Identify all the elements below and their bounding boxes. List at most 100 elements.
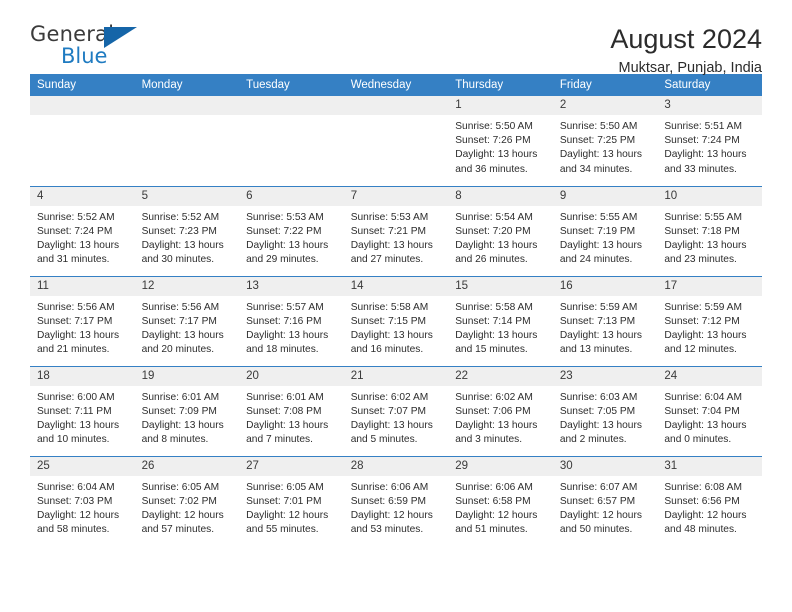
sunset-time: Sunset: 7:19 PM [559,225,636,237]
calendar-day-cell[interactable]: 21 Sunrise: 6:02 AM Sunset: 7:07 PM Dayligh… [343,365,449,456]
sunset-time: Sunset: 7:22 PM [246,225,322,237]
sunrise-time: Sunrise: 5:53 AM [246,211,324,223]
day-sun-info: Sunrise: 5:56 AM Sunset: 7:17 PM Daylight:… [135,296,240,358]
calendar-day-cell[interactable]: 29 Sunrise: 6:06 AM Sunset: 6:58 PM Dayligh… [448,455,553,546]
daylight-duration-line1: Daylight: 13 hours [37,419,120,431]
daylight-duration-line2: and 58 minutes. [37,524,110,536]
day-sun-info: Sunrise: 5:58 AM Sunset: 7:14 PM Daylight:… [448,296,553,358]
calendar-day-cell[interactable]: 2 Sunrise: 5:50 AM Sunset: 7:25 PM Daylight… [552,96,658,186]
day-sun-info: Sunrise: 6:02 AM Sunset: 7:07 PM Daylight:… [344,386,449,448]
sunset-time: Sunset: 7:16 PM [246,315,322,327]
weekday-header-thursday: Thursday [448,74,553,96]
daylight-duration-line1: Daylight: 13 hours [37,239,120,251]
sunrise-time: Sunrise: 6:02 AM [455,391,533,403]
calendar-day-cell[interactable]: 30 Sunrise: 6:07 AM Sunset: 6:57 PM Dayligh… [552,455,658,546]
calendar-week-row: 4 Sunrise: 5:52 AM Sunset: 7:24 PM Daylight… [30,185,762,276]
daylight-duration-line1: Daylight: 12 hours [559,509,642,521]
day-sun-info: Sunrise: 6:06 AM Sunset: 6:59 PM Daylight:… [344,476,449,538]
day-number: 6 [239,186,344,206]
daylight-duration-line1: Daylight: 13 hours [559,419,642,431]
day-number: 8 [448,186,553,206]
day-sun-info: Sunrise: 6:08 AM Sunset: 6:56 PM Daylight:… [657,476,762,538]
sunset-time: Sunset: 7:07 PM [350,405,427,417]
sunrise-time: Sunrise: 5:51 AM [664,121,742,132]
sunset-time: Sunset: 7:23 PM [141,225,217,237]
day-number: 28 [343,456,449,476]
day-sun-info: Sunrise: 6:01 AM Sunset: 7:08 PM Daylight:… [239,386,344,448]
sunrise-time: Sunrise: 5:56 AM [141,301,220,313]
calendar-day-cell[interactable]: 5 Sunrise: 5:52 AM Sunset: 7:23 PM Daylight… [134,185,240,276]
weekday-header-wednesday: Wednesday [343,74,449,96]
calendar-day-cell[interactable]: 8 Sunrise: 5:54 AM Sunset: 7:20 PM Daylight… [448,185,553,276]
day-number: 11 [30,276,135,296]
daylight-duration-line2: and 27 minutes. [350,254,424,266]
daylight-duration-line1: Daylight: 13 hours [455,329,538,341]
calendar-day-cell[interactable]: 18 Sunrise: 6:00 AM Sunset: 7:11 PM Dayligh… [30,365,135,456]
daylight-duration-line1: Daylight: 12 hours [141,509,224,521]
daylight-duration-line2: and 31 minutes. [37,254,110,266]
triangle-logo-icon [104,27,137,48]
calendar-day-cell[interactable]: 25 Sunrise: 6:04 AM Sunset: 7:03 PM Dayligh… [30,455,135,546]
sunrise-time: Sunrise: 6:06 AM [350,481,429,493]
calendar-day-cell[interactable]: 17 Sunrise: 5:59 AM Sunset: 7:12 PM Dayligh… [657,275,762,366]
calendar-day-cell[interactable]: 31 Sunrise: 6:08 AM Sunset: 6:56 PM Dayligh… [657,455,762,546]
calendar-day-cell[interactable]: 1 Sunrise: 5:50 AM Sunset: 7:26 PM Daylight… [448,96,553,186]
calendar-day-cell[interactable]: 28 Sunrise: 6:06 AM Sunset: 6:59 PM Dayligh… [343,455,449,546]
daylight-duration-line2: and 18 minutes. [246,344,319,356]
calendar-day-cell[interactable]: 16 Sunrise: 5:59 AM Sunset: 7:13 PM Dayligh… [552,275,658,366]
calendar-day-cell[interactable]: 15 Sunrise: 5:58 AM Sunset: 7:14 PM Dayligh… [448,275,553,366]
day-sun-info: Sunrise: 6:04 AM Sunset: 7:04 PM Daylight:… [657,386,762,448]
sunset-time: Sunset: 7:15 PM [350,315,427,327]
calendar-day-cell[interactable]: 6 Sunrise: 5:53 AM Sunset: 7:22 PM Daylight… [239,185,344,276]
calendar-day-cell[interactable]: 23 Sunrise: 6:03 AM Sunset: 7:05 PM Dayligh… [552,365,658,456]
calendar-day-cell[interactable]: 22 Sunrise: 6:02 AM Sunset: 7:06 PM Dayligh… [448,365,553,456]
brand-logo[interactable]: General Blue [30,24,150,70]
calendar-day-cell[interactable]: 3 Sunrise: 5:51 AM Sunset: 7:24 PM Daylight… [657,96,762,186]
day-sun-info: Sunrise: 5:55 AM Sunset: 7:18 PM Daylight:… [657,206,762,268]
day-number: 14 [343,276,449,296]
daylight-duration-line2: and 30 minutes. [141,254,215,266]
calendar-day-cell[interactable]: 13 Sunrise: 5:57 AM Sunset: 7:16 PM Dayligh… [239,275,344,366]
calendar-day-cell[interactable]: 24 Sunrise: 6:04 AM Sunset: 7:04 PM Dayligh… [657,365,762,456]
calendar-day-cell[interactable]: 26 Sunrise: 6:05 AM Sunset: 7:02 PM Dayligh… [134,455,240,546]
calendar-day-cell[interactable]: 4 Sunrise: 5:52 AM Sunset: 7:24 PM Daylight… [30,185,135,276]
calendar-day-cell[interactable]: 11 Sunrise: 5:56 AM Sunset: 7:17 PM Dayligh… [30,275,135,366]
calendar-day-cell[interactable]: 12 Sunrise: 5:56 AM Sunset: 7:17 PM Dayligh… [134,275,240,366]
day-number [239,96,344,115]
calendar-day-cell[interactable]: 14 Sunrise: 5:58 AM Sunset: 7:15 PM Dayligh… [343,275,449,366]
calendar-day-cell[interactable]: 27 Sunrise: 6:05 AM Sunset: 7:01 PM Dayligh… [239,455,344,546]
sunrise-time: Sunrise: 5:52 AM [141,211,220,223]
day-sun-info: Sunrise: 6:05 AM Sunset: 7:02 PM Daylight:… [135,476,240,538]
sunrise-time: Sunrise: 5:54 AM [455,211,533,223]
sunrise-time: Sunrise: 6:07 AM [559,481,638,493]
daylight-duration-line1: Daylight: 13 hours [350,329,433,341]
sunrise-time: Sunrise: 5:57 AM [246,301,324,313]
day-sun-info: Sunrise: 5:58 AM Sunset: 7:15 PM Daylight:… [344,296,449,358]
day-number: 22 [448,366,553,386]
daylight-duration-line2: and 33 minutes. [664,163,737,175]
calendar-day-cell[interactable]: 20 Sunrise: 6:01 AM Sunset: 7:08 PM Dayligh… [239,365,344,456]
sunrise-time: Sunrise: 6:05 AM [246,481,324,493]
calendar-day-cell[interactable]: 10 Sunrise: 5:55 AM Sunset: 7:18 PM Dayligh… [657,185,762,276]
calendar-page: General Blue August 2024 Muktsar, Punjab… [0,0,792,612]
calendar-day-cell[interactable]: 9 Sunrise: 5:55 AM Sunset: 7:19 PM Daylight… [552,185,658,276]
sunset-time: Sunset: 6:59 PM [350,495,427,507]
daylight-duration-line2: and 26 minutes. [455,254,528,266]
sunrise-time: Sunrise: 6:06 AM [455,481,533,493]
daylight-duration-line2: and 0 minutes. [664,434,732,446]
day-sun-info: Sunrise: 6:05 AM Sunset: 7:01 PM Daylight:… [239,476,344,538]
daylight-duration-line1: Daylight: 13 hours [559,149,642,161]
daylight-duration-line2: and 3 minutes. [455,434,523,446]
sunrise-time: Sunrise: 6:01 AM [141,391,220,403]
daylight-duration-line1: Daylight: 13 hours [350,419,433,431]
calendar-day-cell[interactable]: 7 Sunrise: 5:53 AM Sunset: 7:21 PM Daylight… [343,185,449,276]
day-number: 26 [134,456,240,476]
calendar-day-cell[interactable]: 19 Sunrise: 6:01 AM Sunset: 7:09 PM Dayligh… [134,365,240,456]
day-sun-info: Sunrise: 6:03 AM Sunset: 7:05 PM Daylight:… [553,386,658,448]
daylight-duration-line1: Daylight: 13 hours [664,329,747,341]
calendar-grid: Sunday Monday Tuesday Wednesday Thursday… [30,74,762,546]
sunrise-time: Sunrise: 5:55 AM [559,211,638,223]
daylight-duration-line1: Daylight: 12 hours [350,509,433,521]
daylight-duration-line1: Daylight: 13 hours [559,329,642,341]
daylight-duration-line1: Daylight: 13 hours [350,239,433,251]
